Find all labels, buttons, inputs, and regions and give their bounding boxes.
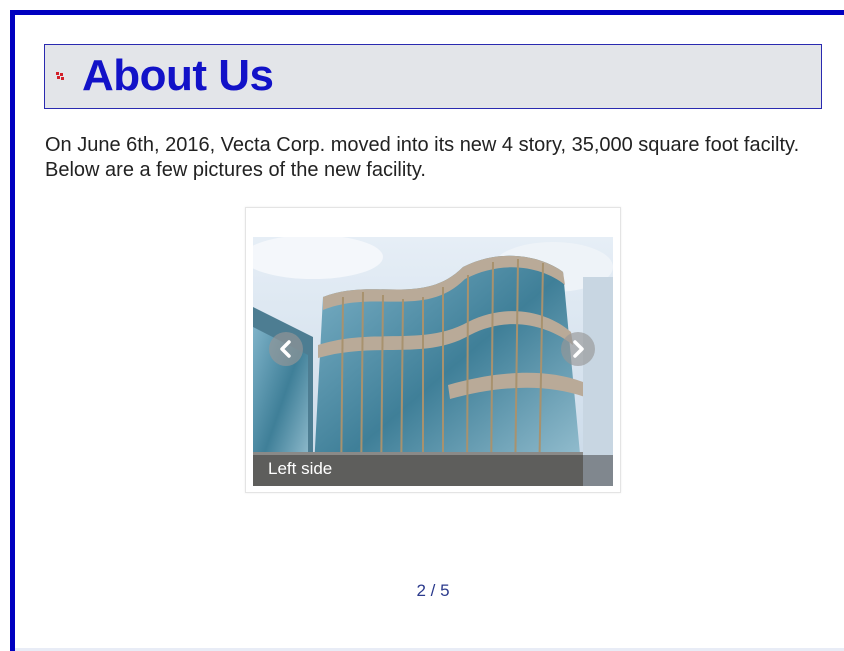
page-title: About Us xyxy=(82,51,274,100)
carousel-image xyxy=(253,237,613,486)
bullet-icon xyxy=(56,72,64,80)
chevron-right-icon xyxy=(573,340,584,358)
slide-counter: 2 / 5 xyxy=(416,581,450,600)
intro-paragraph: On June 6th, 2016, Vecta Corp. moved int… xyxy=(45,134,800,181)
next-slide-button[interactable] xyxy=(561,332,595,366)
chevron-left-icon xyxy=(280,340,291,358)
carousel-caption: Left side xyxy=(268,459,333,478)
previous-slide-button[interactable] xyxy=(269,332,303,366)
